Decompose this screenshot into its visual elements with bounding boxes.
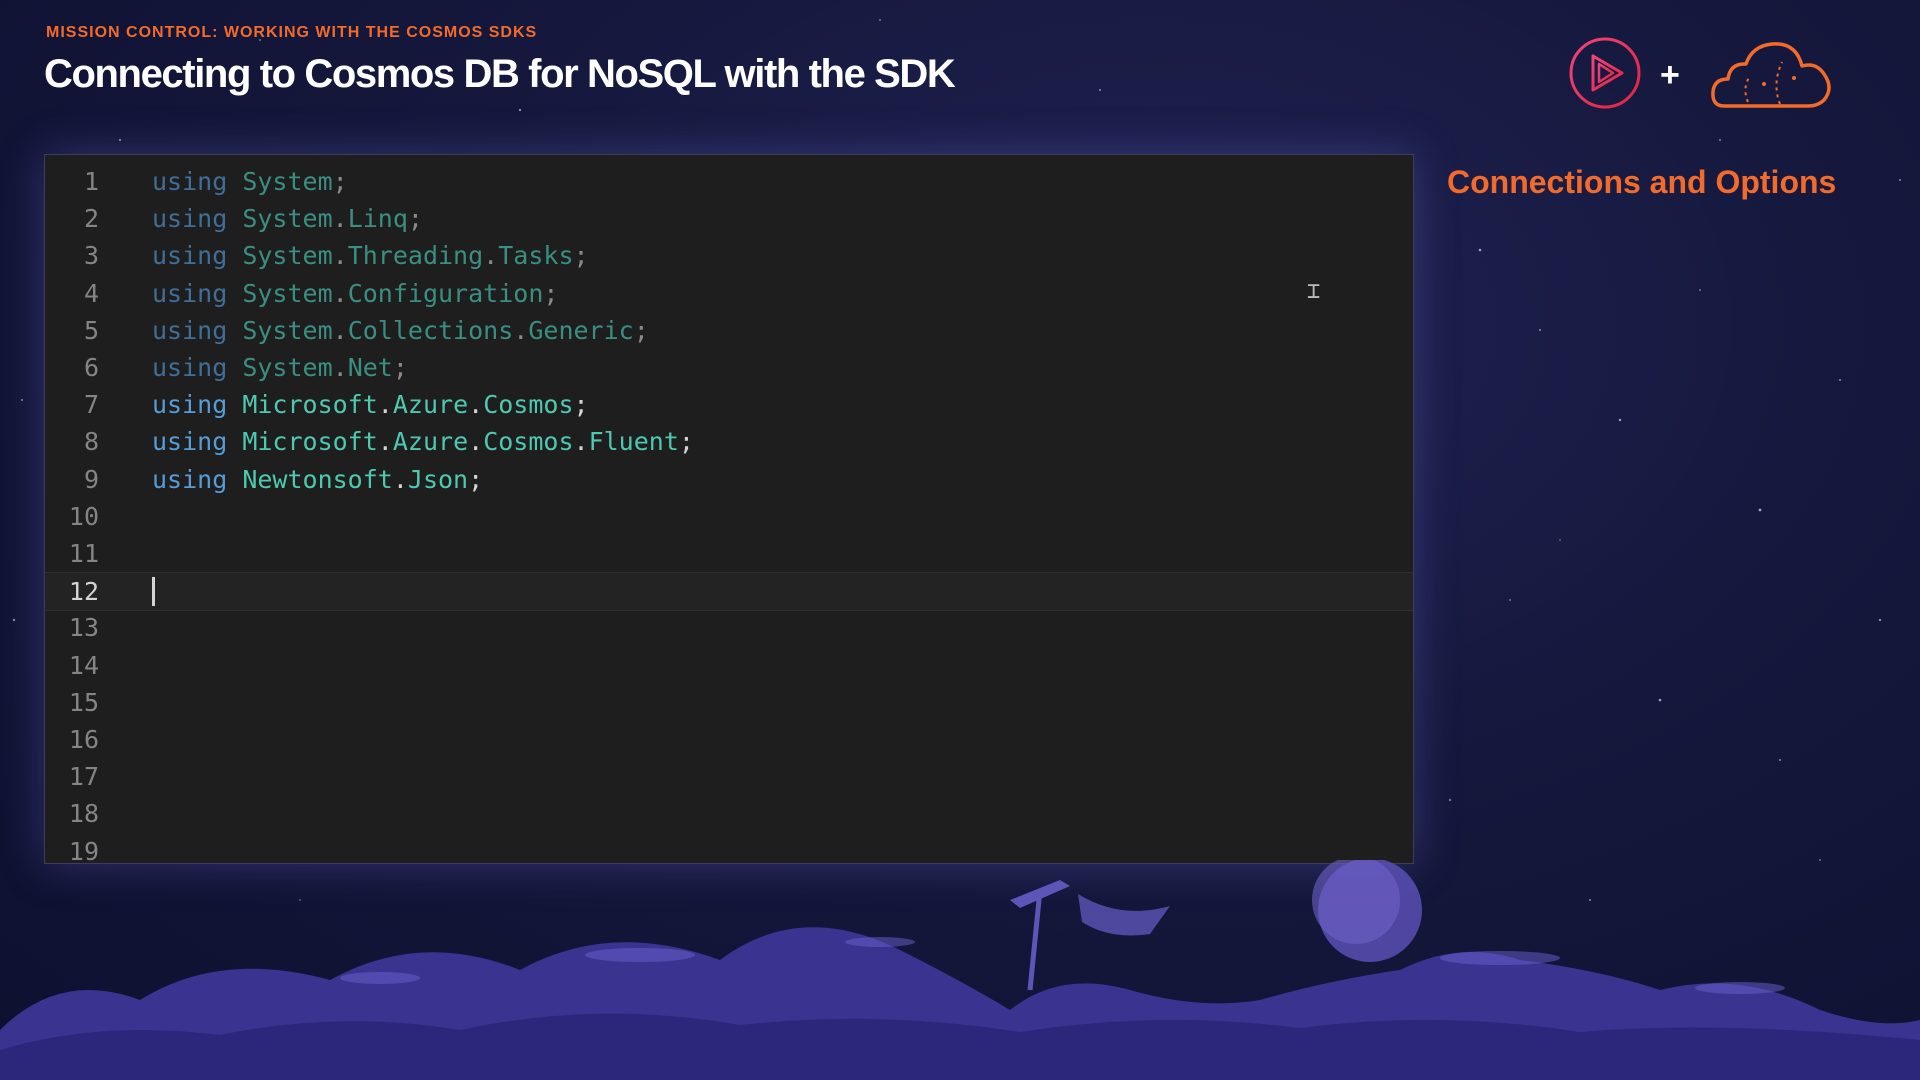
line-number: 14 [68,650,99,680]
code-line[interactable]: 1 using System; [45,163,1413,200]
code-line[interactable]: 15 [45,684,1413,721]
line-number: 16 [68,725,99,754]
keyword-token: using [152,241,228,271]
keyword-token: using [152,464,228,494]
line-number: 11 [68,539,99,568]
line-number: 9 [83,464,99,494]
moon-landscape-illustration [0,860,1920,1080]
namespace-token: Microsoft [242,390,378,420]
line-number: 8 [83,427,99,457]
code-line[interactable]: 6 using System.Net; [45,349,1413,386]
section-title: Connections and Options [1447,164,1837,200]
code-line[interactable]: 11 [45,535,1413,572]
namespace-token: Cosmos [483,427,574,457]
line-number: 12 [68,577,99,607]
code-text: using System; [152,163,348,200]
code-line[interactable]: 13 [45,609,1413,646]
code-line[interactable]: 5 using System.Collections.Generic; [45,312,1413,349]
namespace-token: Collections [347,315,514,345]
cloud-icon [1711,42,1831,108]
line-number: 2 [83,204,99,234]
text-caret [152,577,155,607]
semicolon-token: ; [392,353,408,382]
plus-sign: + [1660,56,1680,94]
semicolon-token: ; [332,167,348,196]
code-text: using Microsoft.Azure.Cosmos; [152,390,589,420]
keyword-token: using [152,278,228,308]
namespace-token: Cosmos [483,390,574,420]
namespace-token: Generic [528,315,634,345]
namespace-token: Configuration [347,278,544,308]
line-number: 5 [83,315,99,345]
namespace-token: Json [407,464,469,494]
namespace-token: System [242,353,333,382]
semicolon-token: ; [407,204,423,234]
code-line[interactable]: 8 using Microsoft.Azure.Cosmos.Fluent; [45,423,1413,460]
namespace-token: Microsoft [242,427,378,457]
code-text: using System.Configuration; [152,278,559,308]
keyword-token: using [152,315,228,345]
slide-title: Connecting to Cosmos DB for NoSQL with t… [44,52,956,96]
pluralsight-play-icon [1569,37,1641,109]
namespace-token: System [242,204,333,234]
namespace-token: Tasks [498,241,574,271]
namespace-token: Newtonsoft [242,464,393,494]
keyword-token: using [152,390,228,420]
semicolon-token: ; [573,390,589,420]
code-line[interactable]: 14 [45,647,1413,684]
namespace-token: System [242,278,333,308]
namespace-token: Fluent [588,427,679,457]
code-text: using System.Threading.Tasks; [152,241,589,271]
code-line[interactable]: 9 using Newtonsoft.Json; [45,461,1413,498]
line-number: 4 [83,278,99,308]
namespace-token: System [242,315,333,345]
code-text: using System.Collections.Generic; [152,315,649,345]
code-line[interactable]: 7 using Microsoft.Azure.Cosmos; [45,386,1413,423]
line-number: 6 [83,353,99,382]
code-text: using System.Net; [152,353,408,382]
keyword-token: using [152,204,228,234]
line-number: 3 [83,241,99,271]
namespace-token: Azure [392,390,469,420]
code-line[interactable]: 4 using System.Configuration; [45,275,1413,312]
code-line[interactable]: 3 using System.Threading.Tasks; [45,237,1413,274]
keyword-token: using [152,167,228,196]
namespace-token: Linq [347,204,408,234]
namespace-token: Threading [347,241,484,271]
line-number: 13 [68,613,99,643]
mouse-ibeam-cursor-icon: ⌶ [1307,279,1321,304]
code-text: using System.Linq; [152,204,423,234]
code-line[interactable]: 17 [45,758,1413,795]
line-number: 15 [68,687,99,717]
namespace-token: System [242,167,333,196]
keyword-token: using [152,353,228,382]
code-editor[interactable]: 1 using System; 2 using System.Linq; 3 using … [44,154,1414,864]
line-number: 17 [68,762,99,792]
namespace-token: System [242,241,333,271]
code-line[interactable]: 2 using System.Linq; [45,200,1413,237]
code-text: using Microsoft.Azure.Cosmos.Fluent; [152,427,694,457]
code-text: using Newtonsoft.Json; [152,464,484,494]
semicolon-token: ; [543,278,559,308]
line-number: 18 [68,799,99,829]
code-line[interactable]: 12 [45,572,1413,612]
line-number: 1 [83,167,99,196]
course-eyebrow: MISSION CONTROL: WORKING WITH THE COSMOS… [46,24,538,41]
namespace-token: Azure [392,427,469,457]
semicolon-token: ; [678,427,694,457]
semicolon-token: ; [468,464,484,494]
code-line[interactable]: 16 [45,721,1413,758]
line-number: 7 [83,390,99,420]
line-number: 10 [68,501,99,531]
semicolon-token: ; [573,241,589,271]
keyword-token: using [152,427,228,457]
namespace-token: Net [347,353,393,382]
code-line[interactable]: 18 [45,795,1413,832]
semicolon-token: ; [633,315,649,345]
logo-group: + [1560,30,1840,120]
code-line[interactable]: 10 [45,498,1413,535]
